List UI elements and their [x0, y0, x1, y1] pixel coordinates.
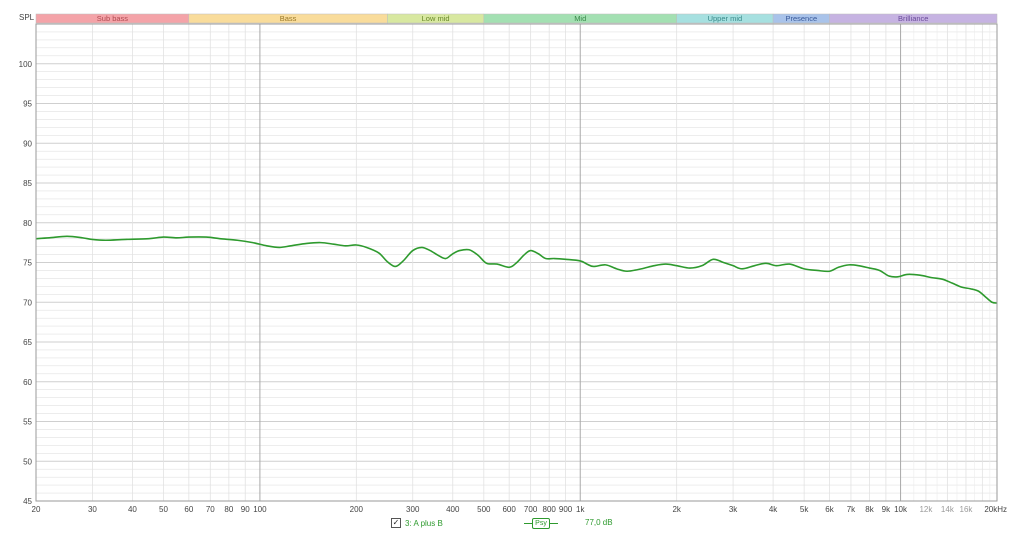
y-tick-label: 65: [23, 338, 32, 347]
legend-series-toggle[interactable]: ✓ 3: A plus B: [391, 518, 443, 528]
frequency-response-chart: SPL Sub bass Bass Low mid Mid Upper mid Prese…: [0, 0, 1019, 538]
x-tick-label: 12k: [919, 505, 933, 514]
y-tick-label: 95: [23, 100, 32, 109]
series-line-swatch: Psy: [524, 518, 558, 529]
smoothing-badge: Psy: [532, 518, 550, 529]
band-label: Upper mid: [708, 14, 743, 23]
y-tick-label: 100: [19, 60, 33, 69]
band-label: Brilliance: [898, 14, 928, 23]
x-tick-label: 400: [446, 505, 460, 514]
y-tick-label: 85: [23, 179, 32, 188]
band-label: Presence: [785, 14, 817, 23]
x-tick-label: 4k: [769, 505, 778, 514]
x-tick-label: 14k: [941, 505, 955, 514]
x-tick-label: 100: [253, 505, 267, 514]
x-tick-label: 900: [559, 505, 573, 514]
x-tick-label: 10k: [894, 505, 908, 514]
x-tick-label: 600: [502, 505, 516, 514]
y-tick-label: 55: [23, 418, 32, 427]
x-tick-label: 500: [477, 505, 491, 514]
x-tick-label: 2k: [672, 505, 681, 514]
x-tick-label: 8k: [865, 505, 874, 514]
legend-smoothing[interactable]: Psy: [524, 518, 558, 529]
x-tick-label: 70: [206, 505, 215, 514]
x-tick-label: 7k: [847, 505, 856, 514]
x-tick-label: 20kHz: [984, 505, 1007, 514]
y-tick-label: 80: [23, 219, 32, 228]
y-tick-label: 75: [23, 259, 32, 268]
legend-level: 77,0 dB: [585, 518, 613, 527]
band-strip: Sub bass Bass Low mid Mid Upper mid Presence B…: [35, 13, 998, 24]
x-tick-label: 700: [524, 505, 538, 514]
y-tick-label: 60: [23, 378, 32, 387]
y-axis-title: SPL: [19, 13, 35, 22]
band-label: Low mid: [422, 14, 450, 23]
x-tick-label: 30: [88, 505, 97, 514]
band-label: Bass: [280, 14, 297, 23]
x-tick-label: 300: [406, 505, 420, 514]
x-tick-label: 90: [241, 505, 250, 514]
x-axis-ticks: 20 30 40 50 60 70 80 90 100 200 300 400 500 600 700 800…: [32, 505, 1007, 514]
x-tick-label: 20: [32, 505, 41, 514]
x-tick-label: 16k: [960, 505, 974, 514]
x-tick-label: 1k: [576, 505, 585, 514]
y-tick-label: 50: [23, 457, 32, 466]
band-label: Mid: [574, 14, 586, 23]
x-tick-label: 3k: [729, 505, 738, 514]
x-tick-label: 9k: [882, 505, 891, 514]
x-tick-label: 5k: [800, 505, 809, 514]
x-tick-label: 50: [159, 505, 168, 514]
band-label: Sub bass: [97, 14, 129, 23]
y-axis-ticks: 1009590858075706560555045: [19, 60, 33, 506]
x-tick-label: 800: [543, 505, 557, 514]
legend-series-label: 3: A plus B: [405, 518, 443, 528]
x-tick-label: 40: [128, 505, 137, 514]
x-tick-label: 60: [184, 505, 193, 514]
x-tick-label: 80: [224, 505, 233, 514]
y-tick-label: 70: [23, 298, 32, 307]
legend: ✓ 3: A plus B Psy 77,0 dB: [0, 515, 1019, 535]
x-tick-label: 200: [350, 505, 364, 514]
y-tick-label: 90: [23, 139, 32, 148]
x-tick-label: 6k: [825, 505, 834, 514]
checkbox-icon[interactable]: ✓: [391, 518, 401, 528]
legend-level-label: 77,0 dB: [585, 518, 613, 527]
chart-svg: SPL Sub bass Bass Low mid Mid Upper mid Prese…: [19, 13, 1007, 514]
